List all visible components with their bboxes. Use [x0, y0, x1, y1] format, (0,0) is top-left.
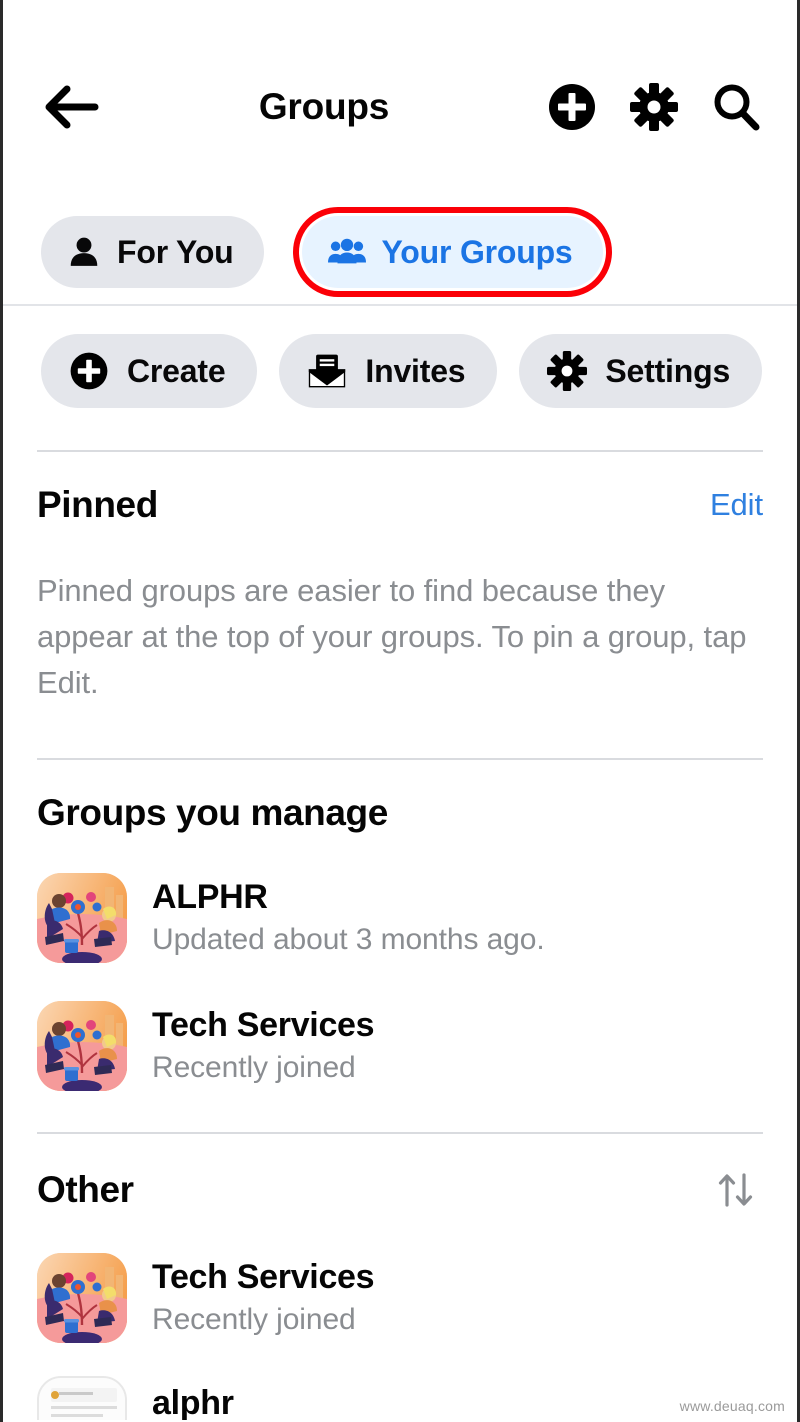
search-button[interactable] — [711, 82, 761, 132]
gear-icon — [630, 83, 678, 131]
back-button[interactable] — [37, 72, 107, 142]
garden-illustration-icon — [37, 1001, 127, 1091]
group-avatar — [37, 1376, 127, 1420]
invites-button[interactable]: Invites — [279, 334, 498, 408]
phone-screen: Groups For You Your Groups Create Invite… — [0, 0, 800, 1422]
other-section-header: Other — [3, 1166, 797, 1214]
group-meta: Tech Services Recently joined — [152, 1005, 375, 1087]
group-list-item[interactable]: Tech Services Recently joined — [3, 1246, 797, 1350]
gear-icon — [547, 351, 588, 391]
people-group-icon — [327, 238, 366, 264]
group-subtitle: Recently joined — [152, 1303, 356, 1336]
garden-illustration-icon — [37, 873, 127, 963]
groups-settings-button[interactable] — [629, 82, 679, 132]
tab-your-groups[interactable]: Your Groups — [301, 216, 603, 288]
quick-actions-row: Create Invites Settings — [3, 306, 797, 408]
header-actions — [547, 82, 761, 132]
settings-button[interactable]: Settings — [519, 334, 763, 408]
tab-for-you[interactable]: For You — [41, 216, 264, 288]
invites-button-label: Invites — [365, 352, 466, 389]
group-subtitle: Recently joined — [152, 1051, 356, 1084]
tab-bar: For You Your Groups — [3, 200, 797, 306]
group-list-item[interactable]: Tech Services Recently joined — [3, 994, 797, 1098]
tab-for-you-label: For You — [117, 233, 234, 270]
pinned-title: Pinned — [37, 484, 158, 525]
group-meta: alphr — [152, 1376, 234, 1420]
group-name: ALPHR — [152, 878, 268, 916]
sort-arrows-icon — [718, 1173, 753, 1207]
plus-circle-icon — [549, 84, 595, 130]
group-avatar — [37, 1253, 127, 1343]
app-header: Groups — [3, 0, 797, 200]
other-title: Other — [37, 1169, 134, 1210]
create-button[interactable]: Create — [41, 334, 258, 408]
group-list-item[interactable]: alphr — [3, 1376, 797, 1420]
group-name: Tech Services — [152, 1006, 375, 1044]
document-illustration-icon — [39, 1378, 125, 1420]
pinned-section-header: Pinned Edit — [3, 484, 797, 526]
managed-section-header: Groups you manage — [3, 792, 797, 834]
create-button-label: Create — [127, 352, 226, 389]
your-groups-highlight: Your Groups — [292, 207, 612, 297]
group-meta: Tech Services Recently joined — [152, 1257, 375, 1339]
envelope-icon — [309, 354, 346, 388]
pinned-edit-link[interactable]: Edit — [710, 487, 763, 523]
back-arrow-icon — [45, 85, 99, 129]
group-meta: ALPHR Updated about 3 months ago. — [152, 877, 545, 959]
page-title: Groups — [258, 86, 390, 127]
settings-button-label: Settings — [605, 352, 731, 389]
tab-your-groups-label: Your Groups — [381, 233, 573, 270]
group-list-item[interactable]: ALPHR Updated about 3 months ago. — [3, 866, 797, 970]
plus-circle-icon — [70, 352, 108, 390]
group-name: alphr — [152, 1384, 234, 1420]
search-icon — [714, 84, 760, 131]
managed-title: Groups you manage — [37, 792, 388, 833]
group-avatar — [37, 873, 127, 963]
garden-illustration-icon — [37, 1253, 127, 1343]
person-icon — [70, 237, 98, 266]
group-avatar — [37, 1001, 127, 1091]
site-watermark: www.deuaq.com — [679, 1398, 785, 1414]
pinned-description: Pinned groups are easier to find because… — [37, 573, 747, 700]
sort-button[interactable] — [709, 1166, 763, 1214]
group-subtitle: Updated about 3 months ago. — [152, 923, 545, 956]
create-group-button[interactable] — [547, 82, 597, 132]
group-name: Tech Services — [152, 1258, 375, 1296]
